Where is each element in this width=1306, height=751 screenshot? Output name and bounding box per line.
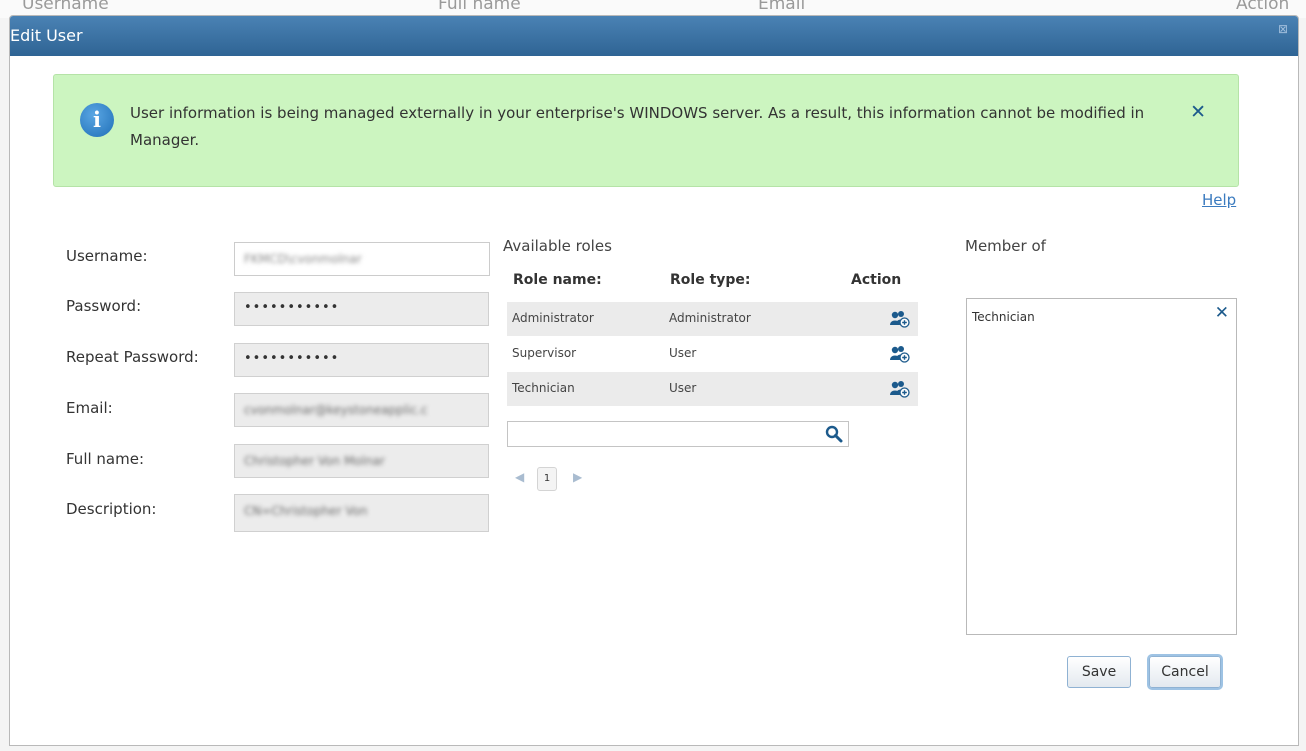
dialog-titlebar: Edit User ⊠ bbox=[10, 16, 1298, 56]
bg-column-username: Username bbox=[22, 0, 109, 14]
email-field[interactable]: cvonmolnar@keystoneapplic.c bbox=[234, 393, 489, 427]
description-value: CN=Christopher Von bbox=[244, 504, 368, 518]
role-type: User bbox=[669, 346, 697, 360]
username-label: Username: bbox=[66, 247, 148, 265]
role-type-header: Role type: bbox=[670, 272, 751, 288]
search-icon[interactable] bbox=[825, 425, 843, 443]
member-item: Technician bbox=[972, 310, 1035, 324]
role-search-input[interactable] bbox=[507, 421, 849, 447]
member-of-title: Member of bbox=[965, 237, 1046, 255]
role-row: Administrator Administrator bbox=[507, 302, 918, 336]
password-label: Password: bbox=[66, 297, 142, 315]
role-row: Supervisor User bbox=[507, 337, 918, 371]
info-notice: i User information is being managed exte… bbox=[53, 74, 1239, 187]
notice-message: User information is being managed extern… bbox=[130, 104, 1145, 149]
bg-column-action: Action bbox=[1236, 0, 1290, 14]
username-value: FKMCD\cvonmolnar bbox=[244, 252, 362, 266]
add-user-icon[interactable] bbox=[890, 380, 910, 398]
save-button[interactable]: Save bbox=[1067, 656, 1131, 688]
page-number-button[interactable]: 1 bbox=[537, 467, 557, 491]
remove-member-icon[interactable]: ✕ bbox=[1215, 303, 1229, 323]
repeat-password-label: Repeat Password: bbox=[66, 348, 199, 366]
action-header: Action bbox=[851, 272, 902, 288]
role-row: Technician User bbox=[507, 372, 918, 406]
notice-close-icon[interactable]: ✕ bbox=[1190, 101, 1206, 123]
bg-column-full-name: Full name bbox=[438, 0, 521, 14]
description-label: Description: bbox=[66, 500, 157, 518]
email-label: Email: bbox=[66, 399, 113, 417]
role-type: User bbox=[669, 381, 697, 395]
repeat-password-field[interactable]: ••••••••••• bbox=[234, 343, 489, 377]
full-name-value: Christopher Von Molnar bbox=[244, 454, 385, 468]
role-type: Administrator bbox=[669, 311, 751, 325]
add-user-icon[interactable] bbox=[890, 345, 910, 363]
username-field[interactable]: FKMCD\cvonmolnar bbox=[234, 242, 490, 276]
role-name: Administrator bbox=[512, 311, 594, 325]
description-field[interactable]: CN=Christopher Von bbox=[234, 494, 489, 532]
help-link[interactable]: Help bbox=[1202, 191, 1236, 209]
dialog-title: Edit User bbox=[10, 26, 83, 45]
add-user-icon[interactable] bbox=[890, 310, 910, 328]
cancel-button[interactable]: Cancel bbox=[1149, 656, 1221, 688]
info-icon: i bbox=[80, 103, 114, 137]
member-of-list: Technician ✕ bbox=[966, 298, 1237, 635]
dialog-close-icon[interactable]: ⊠ bbox=[1278, 22, 1288, 36]
prev-page-icon[interactable]: ◀ bbox=[515, 470, 524, 484]
full-name-label: Full name: bbox=[66, 450, 145, 468]
password-field[interactable]: ••••••••••• bbox=[234, 292, 489, 326]
role-name: Supervisor bbox=[512, 346, 577, 360]
next-page-icon[interactable]: ▶ bbox=[573, 470, 582, 484]
bg-column-email: Email bbox=[758, 0, 806, 14]
role-name: Technician bbox=[512, 381, 575, 395]
available-roles-title: Available roles bbox=[503, 237, 612, 255]
email-value: cvonmolnar@keystoneapplic.c bbox=[244, 403, 428, 417]
full-name-field[interactable]: Christopher Von Molnar bbox=[234, 444, 489, 478]
role-name-header: Role name: bbox=[513, 272, 602, 288]
